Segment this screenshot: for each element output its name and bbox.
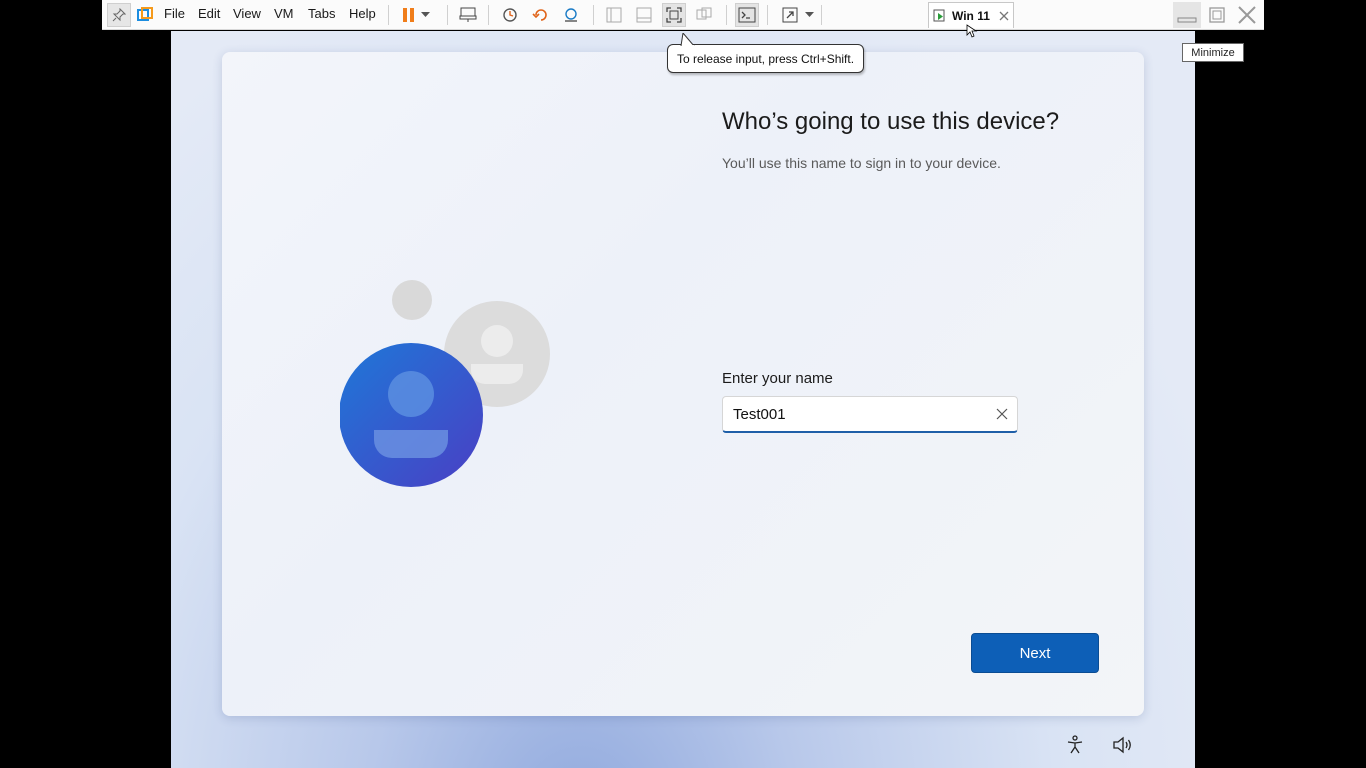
thumbnail-bar-icon[interactable] — [632, 3, 656, 27]
menu-view[interactable]: View — [233, 6, 261, 21]
snapshot-icon[interactable] — [498, 3, 522, 27]
snapshot-manager-icon[interactable] — [559, 3, 583, 27]
page-subtitle: You’ll use this name to sign in to your … — [722, 155, 1001, 171]
toolbar-divider — [488, 5, 489, 25]
full-screen-icon[interactable] — [662, 3, 686, 27]
menu-help[interactable]: Help — [349, 6, 376, 21]
name-input[interactable] — [733, 403, 983, 425]
pin-icon[interactable] — [107, 3, 131, 27]
toolbar-divider — [767, 5, 768, 25]
guest-screen[interactable]: Who’s going to use this device? You’ll u… — [171, 31, 1195, 768]
tab-close-icon[interactable] — [999, 11, 1009, 21]
accessibility-icon[interactable] — [1063, 733, 1087, 757]
maximize-button[interactable] — [1203, 2, 1231, 28]
console-view-icon[interactable] — [735, 3, 759, 27]
menu-edit[interactable]: Edit — [198, 6, 220, 21]
tab-label: Win 11 — [952, 8, 990, 23]
close-button[interactable] — [1233, 2, 1261, 28]
unity-icon[interactable] — [692, 3, 716, 27]
tooltip-text: To release input, press Ctrl+Shift. — [676, 51, 855, 66]
vmware-logo-icon — [133, 3, 157, 27]
name-field-label: Enter your name — [722, 370, 833, 387]
name-field[interactable] — [722, 396, 1018, 433]
toolbar-divider — [821, 5, 822, 25]
release-input-tooltip: To release input, press Ctrl+Shift. — [667, 33, 864, 73]
next-button[interactable]: Next — [971, 633, 1099, 673]
menu-file[interactable]: File — [164, 6, 185, 21]
power-dropdown-icon[interactable] — [418, 3, 432, 27]
volume-icon[interactable] — [1111, 733, 1135, 757]
vmware-toolbar: File Edit View VM Tabs Help Win 11 — [102, 0, 1264, 30]
stretch-dropdown-icon[interactable] — [802, 3, 816, 27]
toolbar-divider — [388, 5, 389, 25]
vm-running-icon — [933, 9, 947, 23]
setup-card: Who’s going to use this device? You’ll u… — [222, 52, 1144, 716]
menu-tabs[interactable]: Tabs — [308, 6, 335, 21]
menu-vm[interactable]: VM — [274, 6, 294, 21]
revert-snapshot-icon[interactable] — [529, 3, 553, 27]
stretch-guest-icon[interactable] — [778, 3, 802, 27]
toolbar-divider — [593, 5, 594, 25]
toolbar-divider — [447, 5, 448, 25]
library-view-icon[interactable] — [602, 3, 626, 27]
send-ctrl-alt-del-icon[interactable] — [456, 3, 480, 27]
cursor-icon — [966, 24, 978, 38]
minimize-button[interactable] — [1173, 2, 1201, 28]
toolbar-divider — [726, 5, 727, 25]
user-accounts-illustration — [340, 280, 550, 487]
clear-icon[interactable] — [993, 405, 1011, 423]
page-title: Who’s going to use this device? — [722, 108, 1060, 135]
minimize-tooltip: Minimize — [1182, 43, 1244, 62]
